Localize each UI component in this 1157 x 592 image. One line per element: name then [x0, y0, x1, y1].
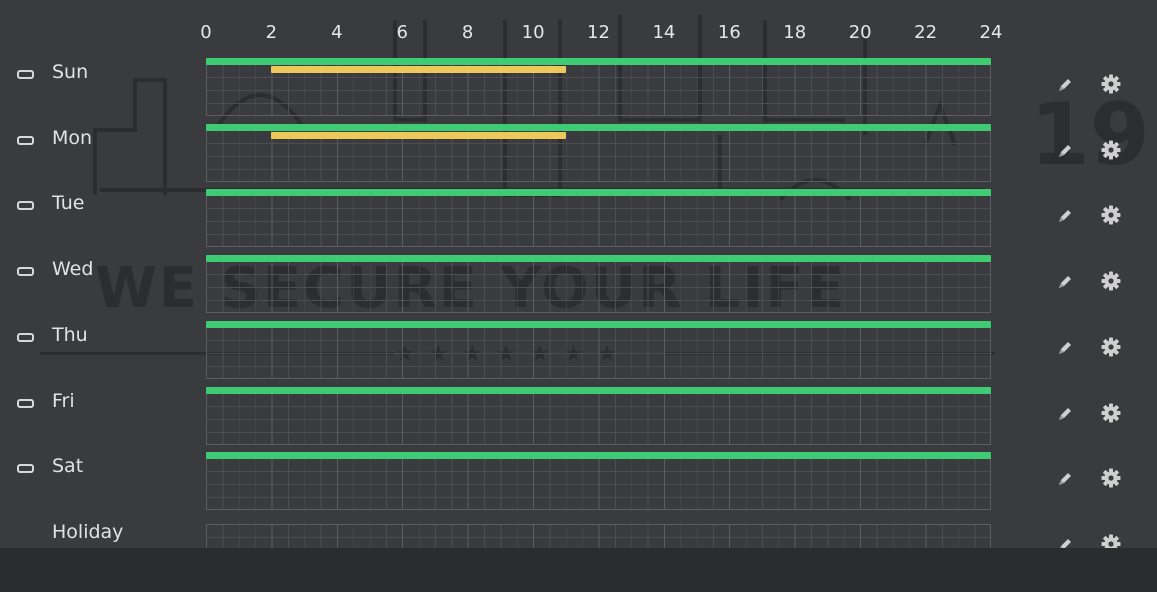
setting-button-tue[interactable]	[1098, 204, 1124, 230]
day-checkbox-tue[interactable]	[17, 201, 34, 211]
schedule-bar-green[interactable]	[206, 58, 991, 65]
pencil-icon	[1055, 338, 1075, 362]
day-label-fri: Fri	[52, 389, 75, 412]
gear-icon	[1100, 204, 1122, 230]
setting-button-wed[interactable]	[1098, 270, 1124, 296]
gear-icon	[1100, 336, 1122, 362]
day-checkbox-fri[interactable]	[17, 398, 34, 408]
edit-button-fri[interactable]	[1052, 403, 1078, 429]
hour-tick: 2	[265, 22, 278, 43]
setting-button-sat[interactable]	[1098, 467, 1124, 493]
hour-tick: 0	[200, 22, 212, 43]
day-checkbox-sun[interactable]	[17, 70, 34, 79]
day-checkbox-mon[interactable]	[17, 135, 34, 145]
hour-tick: 16	[717, 22, 741, 43]
day-label-thu: Thu	[52, 323, 88, 346]
hour-tick: 14	[652, 22, 676, 43]
schedule-bar-green[interactable]	[206, 123, 991, 131]
day-label-mon: Mon	[52, 126, 93, 149]
hour-tick: 20	[848, 22, 872, 43]
schedule-bar-green[interactable]	[206, 386, 991, 394]
day-label-holiday: Holiday	[52, 520, 124, 543]
day-checkbox-thu[interactable]	[17, 332, 34, 342]
setting-button-thu[interactable]	[1098, 336, 1124, 362]
hour-tick: 10	[521, 22, 545, 43]
schedule-bar-green[interactable]	[206, 452, 991, 460]
timeline-grid-wed[interactable]	[206, 261, 991, 314]
hour-tick: 8	[461, 22, 474, 43]
gear-icon	[1100, 270, 1122, 296]
schedule-bar-yellow[interactable]	[271, 131, 566, 139]
setting-button-fri[interactable]	[1098, 402, 1124, 428]
day-checkbox-sat[interactable]	[17, 464, 34, 474]
schedule-bar-green[interactable]	[206, 189, 991, 197]
day-label-wed: Wed	[52, 258, 94, 281]
schedule-bar-green[interactable]	[206, 320, 991, 328]
setting-button-mon[interactable]	[1098, 139, 1124, 165]
edit-button-sat[interactable]	[1052, 468, 1078, 494]
day-label-sun: Sun	[52, 61, 89, 83]
pencil-icon	[1055, 206, 1075, 230]
pencil-icon	[1055, 469, 1075, 493]
pencil-icon	[1055, 141, 1075, 165]
gear-icon	[1100, 139, 1122, 165]
pencil-icon	[1055, 404, 1075, 428]
edit-button-sun[interactable]	[1052, 74, 1078, 100]
gear-icon	[1100, 402, 1122, 428]
edit-button-wed[interactable]	[1052, 271, 1078, 297]
day-checkbox-wed[interactable]	[17, 267, 34, 277]
hour-tick: 24	[979, 22, 1003, 43]
schedule-panel: WE SECURE YOUR LIFE 19 ★★★★★★★ 024681012…	[0, 0, 1157, 592]
hour-tick: 18	[783, 22, 807, 43]
timeline-grid-thu[interactable]	[206, 326, 991, 379]
bottom-bar	[0, 548, 1157, 592]
hour-tick: 12	[587, 22, 610, 43]
timeline-grid-tue[interactable]	[206, 195, 991, 248]
hour-tick: 22	[914, 22, 938, 43]
hour-tick: 6	[396, 22, 408, 43]
watermark-year: 19	[1030, 85, 1150, 185]
pencil-icon	[1055, 75, 1075, 99]
hour-tick: 4	[331, 22, 343, 43]
timeline-grid-sat[interactable]	[206, 458, 991, 511]
edit-button-tue[interactable]	[1052, 205, 1078, 231]
edit-button-thu[interactable]	[1052, 337, 1078, 363]
setting-button-sun[interactable]	[1098, 73, 1124, 99]
gear-icon	[1100, 73, 1122, 99]
day-label-sat: Sat	[52, 455, 84, 478]
timeline-grid-fri[interactable]	[206, 392, 991, 445]
day-label-tue: Tue	[52, 192, 85, 215]
gear-icon	[1100, 467, 1122, 493]
pencil-icon	[1055, 272, 1075, 296]
edit-button-mon[interactable]	[1052, 140, 1078, 166]
schedule-bar-yellow[interactable]	[271, 66, 566, 73]
schedule-bar-green[interactable]	[206, 255, 991, 263]
